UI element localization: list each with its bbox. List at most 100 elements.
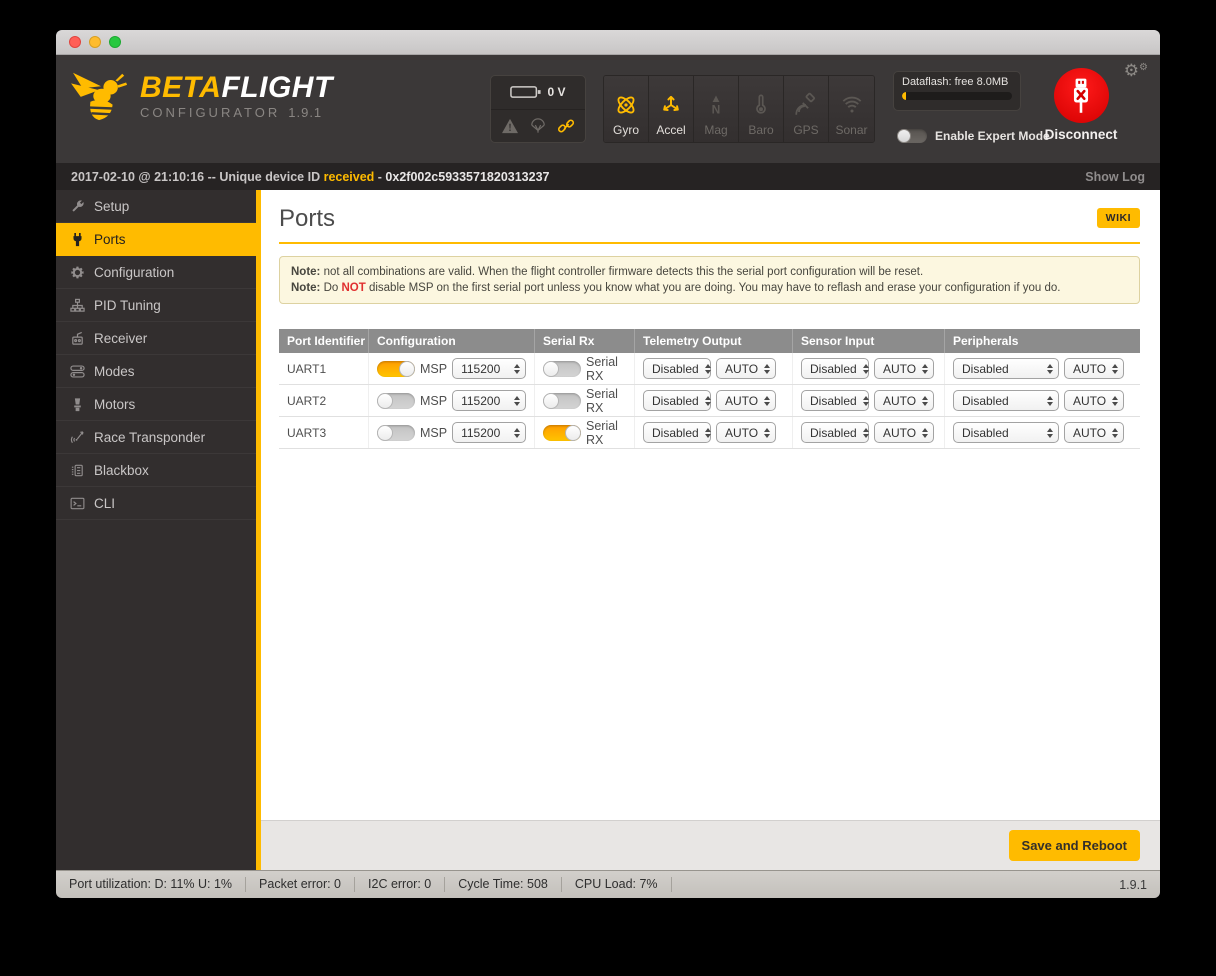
- battery-voltage: 0 V: [547, 85, 566, 100]
- serial-rx-cell: Serial RX: [535, 417, 635, 449]
- serial-rx-toggle[interactable]: [543, 392, 581, 409]
- expert-mode-toggle[interactable]: [897, 129, 927, 143]
- telemetry-select[interactable]: Disabled: [643, 358, 711, 380]
- show-log-button[interactable]: Show Log: [1085, 170, 1145, 184]
- sensor-baud-select[interactable]: AUTO: [874, 358, 934, 380]
- sidebar-item-modes[interactable]: Modes: [56, 355, 256, 388]
- maximize-window-button[interactable]: [109, 36, 121, 48]
- port-row-uart3: UART3 MSP 115200 Serial RX Disabled AUTO…: [279, 417, 1140, 450]
- battery-panel: 0 V: [490, 75, 586, 143]
- peripherals-select[interactable]: Disabled: [953, 358, 1059, 380]
- peripherals-baud-select[interactable]: AUTO: [1064, 358, 1124, 380]
- configuration-cell: MSP 115200: [369, 417, 535, 449]
- selected-value: Disabled: [962, 425, 1009, 440]
- peripherals-select[interactable]: Disabled: [953, 390, 1059, 412]
- msp-baud-select[interactable]: 115200: [452, 422, 527, 444]
- log-message: 2017-02-10 @ 21:10:16 -- Unique device I…: [71, 169, 550, 184]
- ports-table-header: Port Identifier Configuration Serial Rx Tel…: [279, 329, 1140, 354]
- close-window-button[interactable]: [69, 36, 81, 48]
- sidebar-item-label: Motors: [94, 396, 136, 412]
- peripherals-baud-select[interactable]: AUTO: [1064, 390, 1124, 412]
- ports-table: Port Identifier Configuration Serial Rx Tel…: [279, 329, 1140, 450]
- baro-icon: [748, 91, 774, 119]
- telemetry-baud-select[interactable]: AUTO: [716, 422, 776, 444]
- telemetry-baud-select[interactable]: AUTO: [716, 358, 776, 380]
- serial-rx-toggle[interactable]: [543, 360, 581, 377]
- sensor-select[interactable]: Disabled: [801, 390, 869, 412]
- port-name: UART1: [287, 361, 327, 376]
- note-box: Note: not all combinations are valid. Wh…: [279, 256, 1140, 305]
- sidebar-item-receiver[interactable]: Receiver: [56, 322, 256, 355]
- disconnect-circle[interactable]: [1053, 68, 1109, 123]
- select-stepper-icon: [704, 427, 711, 438]
- save-and-reboot-button[interactable]: Save and Reboot: [1008, 830, 1140, 861]
- modes-icon: [70, 364, 85, 379]
- selected-value: Disabled: [652, 425, 699, 440]
- accel-icon: [658, 91, 684, 119]
- selected-value: AUTO: [1073, 361, 1107, 376]
- sidebar-item-label: Blackbox: [94, 462, 149, 478]
- telemetry-select[interactable]: Disabled: [643, 422, 711, 444]
- sidebar-item-ports[interactable]: Ports: [56, 223, 256, 256]
- window-titlebar[interactable]: [56, 30, 1160, 55]
- msp-label: MSP: [420, 393, 448, 408]
- serial-rx-cell: Serial RX: [535, 353, 635, 385]
- wiki-button[interactable]: WIKI: [1096, 208, 1140, 228]
- sidebar-item-cli[interactable]: CLI: [56, 487, 256, 520]
- sidebar-item-blackbox[interactable]: Blackbox: [56, 454, 256, 487]
- selected-value: Disabled: [810, 393, 857, 408]
- sidebar-item-pid-tuning[interactable]: PID Tuning: [56, 289, 256, 322]
- toggle-knob: [377, 424, 393, 441]
- sensor-select[interactable]: Disabled: [801, 358, 869, 380]
- column-header-configuration: Configuration: [369, 329, 535, 354]
- dataflash-progressbar: [902, 92, 1012, 100]
- msp-toggle[interactable]: [377, 424, 415, 441]
- dataflash-panel: Dataflash: free 8.0MB: [893, 71, 1021, 111]
- transponder-icon: [70, 430, 85, 445]
- msp-baud-select[interactable]: 115200: [452, 358, 527, 380]
- serial-rx-toggle[interactable]: [543, 424, 581, 441]
- msp-label: MSP: [420, 425, 448, 440]
- select-stepper-icon: [862, 395, 869, 406]
- device-id: 0x2f002c5933571820313237: [385, 169, 550, 184]
- telemetry-baud-select[interactable]: AUTO: [716, 390, 776, 412]
- toggle-knob: [897, 129, 911, 143]
- select-stepper-icon: [764, 395, 771, 406]
- brand-name: BETAFLIGHT: [140, 70, 333, 104]
- sensor-select[interactable]: Disabled: [801, 422, 869, 444]
- motor-icon: [70, 397, 85, 412]
- receiver-icon: [70, 331, 85, 346]
- sidebar-item-label: Setup: [94, 198, 130, 214]
- telemetry-output-cell: Disabled AUTO: [635, 417, 793, 449]
- content-footer: Save and Reboot: [261, 820, 1160, 870]
- select-stepper-icon: [764, 363, 771, 374]
- sidebar-item-setup[interactable]: Setup: [56, 190, 256, 223]
- app-window: BETAFLIGHT CONFIGURATOR 1.9.1 0 V Gyro A…: [56, 30, 1160, 898]
- sidebar-item-motors[interactable]: Motors: [56, 388, 256, 421]
- settings-gear-icon[interactable]: ⚙⚙: [1124, 63, 1148, 80]
- telemetry-select[interactable]: Disabled: [643, 390, 711, 412]
- msp-toggle[interactable]: [377, 360, 415, 377]
- sidebar-item-label: Configuration: [94, 264, 175, 280]
- sensor-gps: GPS: [784, 76, 829, 142]
- select-stepper-icon: [514, 427, 521, 438]
- sensor-baud-select[interactable]: AUTO: [874, 390, 934, 412]
- ports-page: Ports WIKI Note: not all combinations ar…: [261, 190, 1160, 820]
- minimize-window-button[interactable]: [89, 36, 101, 48]
- app-header: BETAFLIGHT CONFIGURATOR 1.9.1 0 V Gyro A…: [56, 55, 1160, 163]
- select-stepper-icon: [1047, 363, 1053, 374]
- selected-value: AUTO: [725, 425, 759, 440]
- sensor-label: GPS: [793, 123, 819, 137]
- selected-value: Disabled: [962, 361, 1009, 376]
- msp-toggle[interactable]: [377, 392, 415, 409]
- sensor-baud-select[interactable]: AUTO: [874, 422, 934, 444]
- sonar-icon: [839, 91, 865, 119]
- toggle-knob: [565, 424, 581, 441]
- peripherals-select[interactable]: Disabled: [953, 422, 1059, 444]
- sidebar-item-configuration[interactable]: Configuration: [56, 256, 256, 289]
- sidebar-item-race-transponder[interactable]: Race Transponder: [56, 421, 256, 454]
- msp-baud-select[interactable]: 115200: [452, 390, 527, 412]
- toggle-knob: [543, 360, 559, 377]
- peripherals-baud-select[interactable]: AUTO: [1064, 422, 1124, 444]
- selected-value: 115200: [461, 425, 501, 440]
